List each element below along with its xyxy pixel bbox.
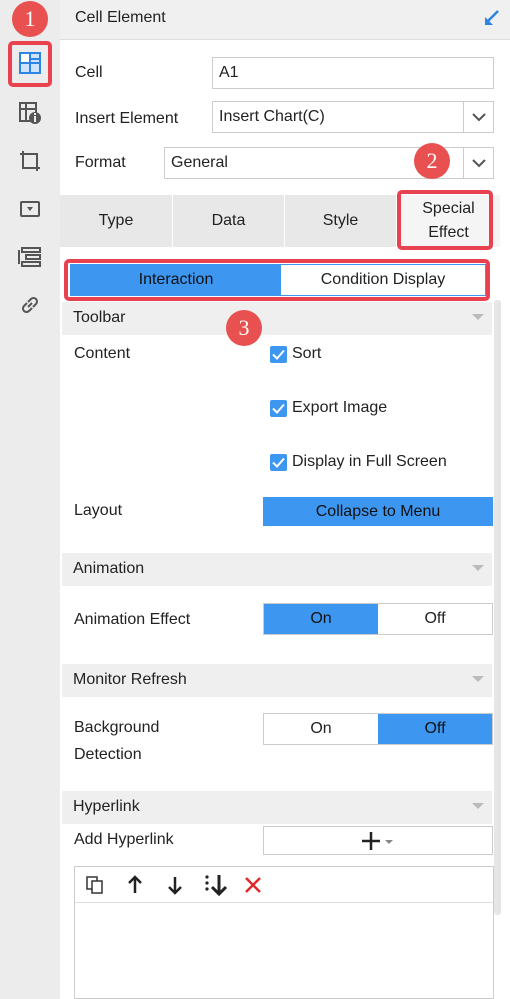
tab-data[interactable]: Data: [173, 195, 285, 247]
plus-dropdown-icon: [362, 831, 393, 850]
highlight-box-1: [8, 41, 52, 87]
caret-down-icon: [472, 676, 484, 682]
chevron-down-icon[interactable]: [463, 102, 493, 132]
panel-title: Cell Element: [75, 9, 166, 26]
delete-icon[interactable]: [243, 875, 263, 900]
highlight-box-2: [397, 190, 493, 250]
detection-off-button[interactable]: Off: [378, 714, 492, 744]
tab-style[interactable]: Style: [285, 195, 397, 247]
sort-checkbox[interactable]: Sort: [270, 345, 321, 363]
content-label: Content: [74, 345, 131, 362]
add-hyperlink-label: Add Hyperlink: [74, 831, 174, 848]
caret-down-icon: [472, 314, 484, 320]
checkmark-icon: [270, 399, 287, 417]
animation-effect-label: Animation Effect: [74, 611, 191, 628]
hyperlink-section-title: Hyperlink: [73, 798, 140, 815]
full-screen-label: Display in Full Screen: [292, 453, 447, 470]
hyperlink-icon[interactable]: [15, 290, 45, 320]
checkmark-icon: [270, 345, 287, 363]
scrollbar[interactable]: [494, 300, 501, 915]
checkmark-icon: [270, 453, 287, 471]
toolbar-section-title: Toolbar: [73, 309, 126, 326]
insert-element-value: Insert Chart(C): [219, 108, 325, 125]
animation-on-button[interactable]: On: [264, 604, 378, 634]
step-badge-1: 1: [12, 1, 48, 37]
background-detection-toggle: On Off: [263, 713, 493, 745]
cell-attribute-icon[interactable]: [15, 98, 45, 128]
monitor-refresh-section-title: Monitor Refresh: [73, 671, 187, 688]
move-down-icon[interactable]: [167, 875, 183, 900]
layout-label: Layout: [74, 502, 123, 519]
cell-input[interactable]: A1: [212, 57, 494, 89]
move-to-bottom-icon[interactable]: [203, 873, 229, 902]
cell-label: Cell: [75, 64, 103, 81]
caret-down-icon: [472, 565, 484, 571]
hyperlink-list: [74, 866, 494, 999]
format-value: General: [171, 154, 228, 171]
insert-element-select[interactable]: Insert Chart(C): [212, 101, 494, 133]
step-badge-2: 2: [414, 143, 450, 179]
move-up-icon[interactable]: [127, 875, 143, 900]
background-detection-label-1: Background: [74, 719, 160, 736]
step-badge-3: 3: [226, 310, 262, 346]
highlight-box-3: [64, 259, 490, 301]
detection-on-button[interactable]: On: [264, 714, 378, 744]
animation-section-header[interactable]: Animation: [62, 553, 492, 586]
copy-icon[interactable]: [85, 875, 105, 900]
condition-icon[interactable]: [15, 242, 45, 272]
add-hyperlink-button[interactable]: [263, 826, 493, 855]
sort-label: Sort: [292, 345, 322, 362]
insert-element-label: Insert Element: [75, 110, 179, 127]
tab-type[interactable]: Type: [60, 195, 173, 247]
animation-section-title: Animation: [73, 560, 145, 577]
background-detection-label-2: Detection: [74, 746, 142, 763]
widget-icon[interactable]: [15, 194, 45, 224]
collapse-to-menu-button[interactable]: Collapse to Menu: [263, 497, 493, 526]
animation-toggle: On Off: [263, 603, 493, 635]
caret-down-icon: [472, 803, 484, 809]
animation-off-button[interactable]: Off: [378, 604, 492, 634]
export-image-label: Export Image: [292, 399, 388, 416]
full-screen-checkbox[interactable]: Display in Full Screen: [270, 453, 447, 471]
hyperlink-section-header[interactable]: Hyperlink: [62, 791, 492, 824]
format-label: Format: [75, 154, 126, 171]
toolbar-section-header[interactable]: Toolbar: [62, 302, 492, 335]
export-image-checkbox[interactable]: Export Image: [270, 399, 387, 417]
border-icon[interactable]: [15, 146, 45, 176]
monitor-refresh-section-header[interactable]: Monitor Refresh: [62, 664, 492, 697]
left-rail: [0, 0, 60, 999]
chevron-down-icon[interactable]: [463, 148, 493, 178]
collapse-arrow-icon[interactable]: [482, 8, 502, 33]
